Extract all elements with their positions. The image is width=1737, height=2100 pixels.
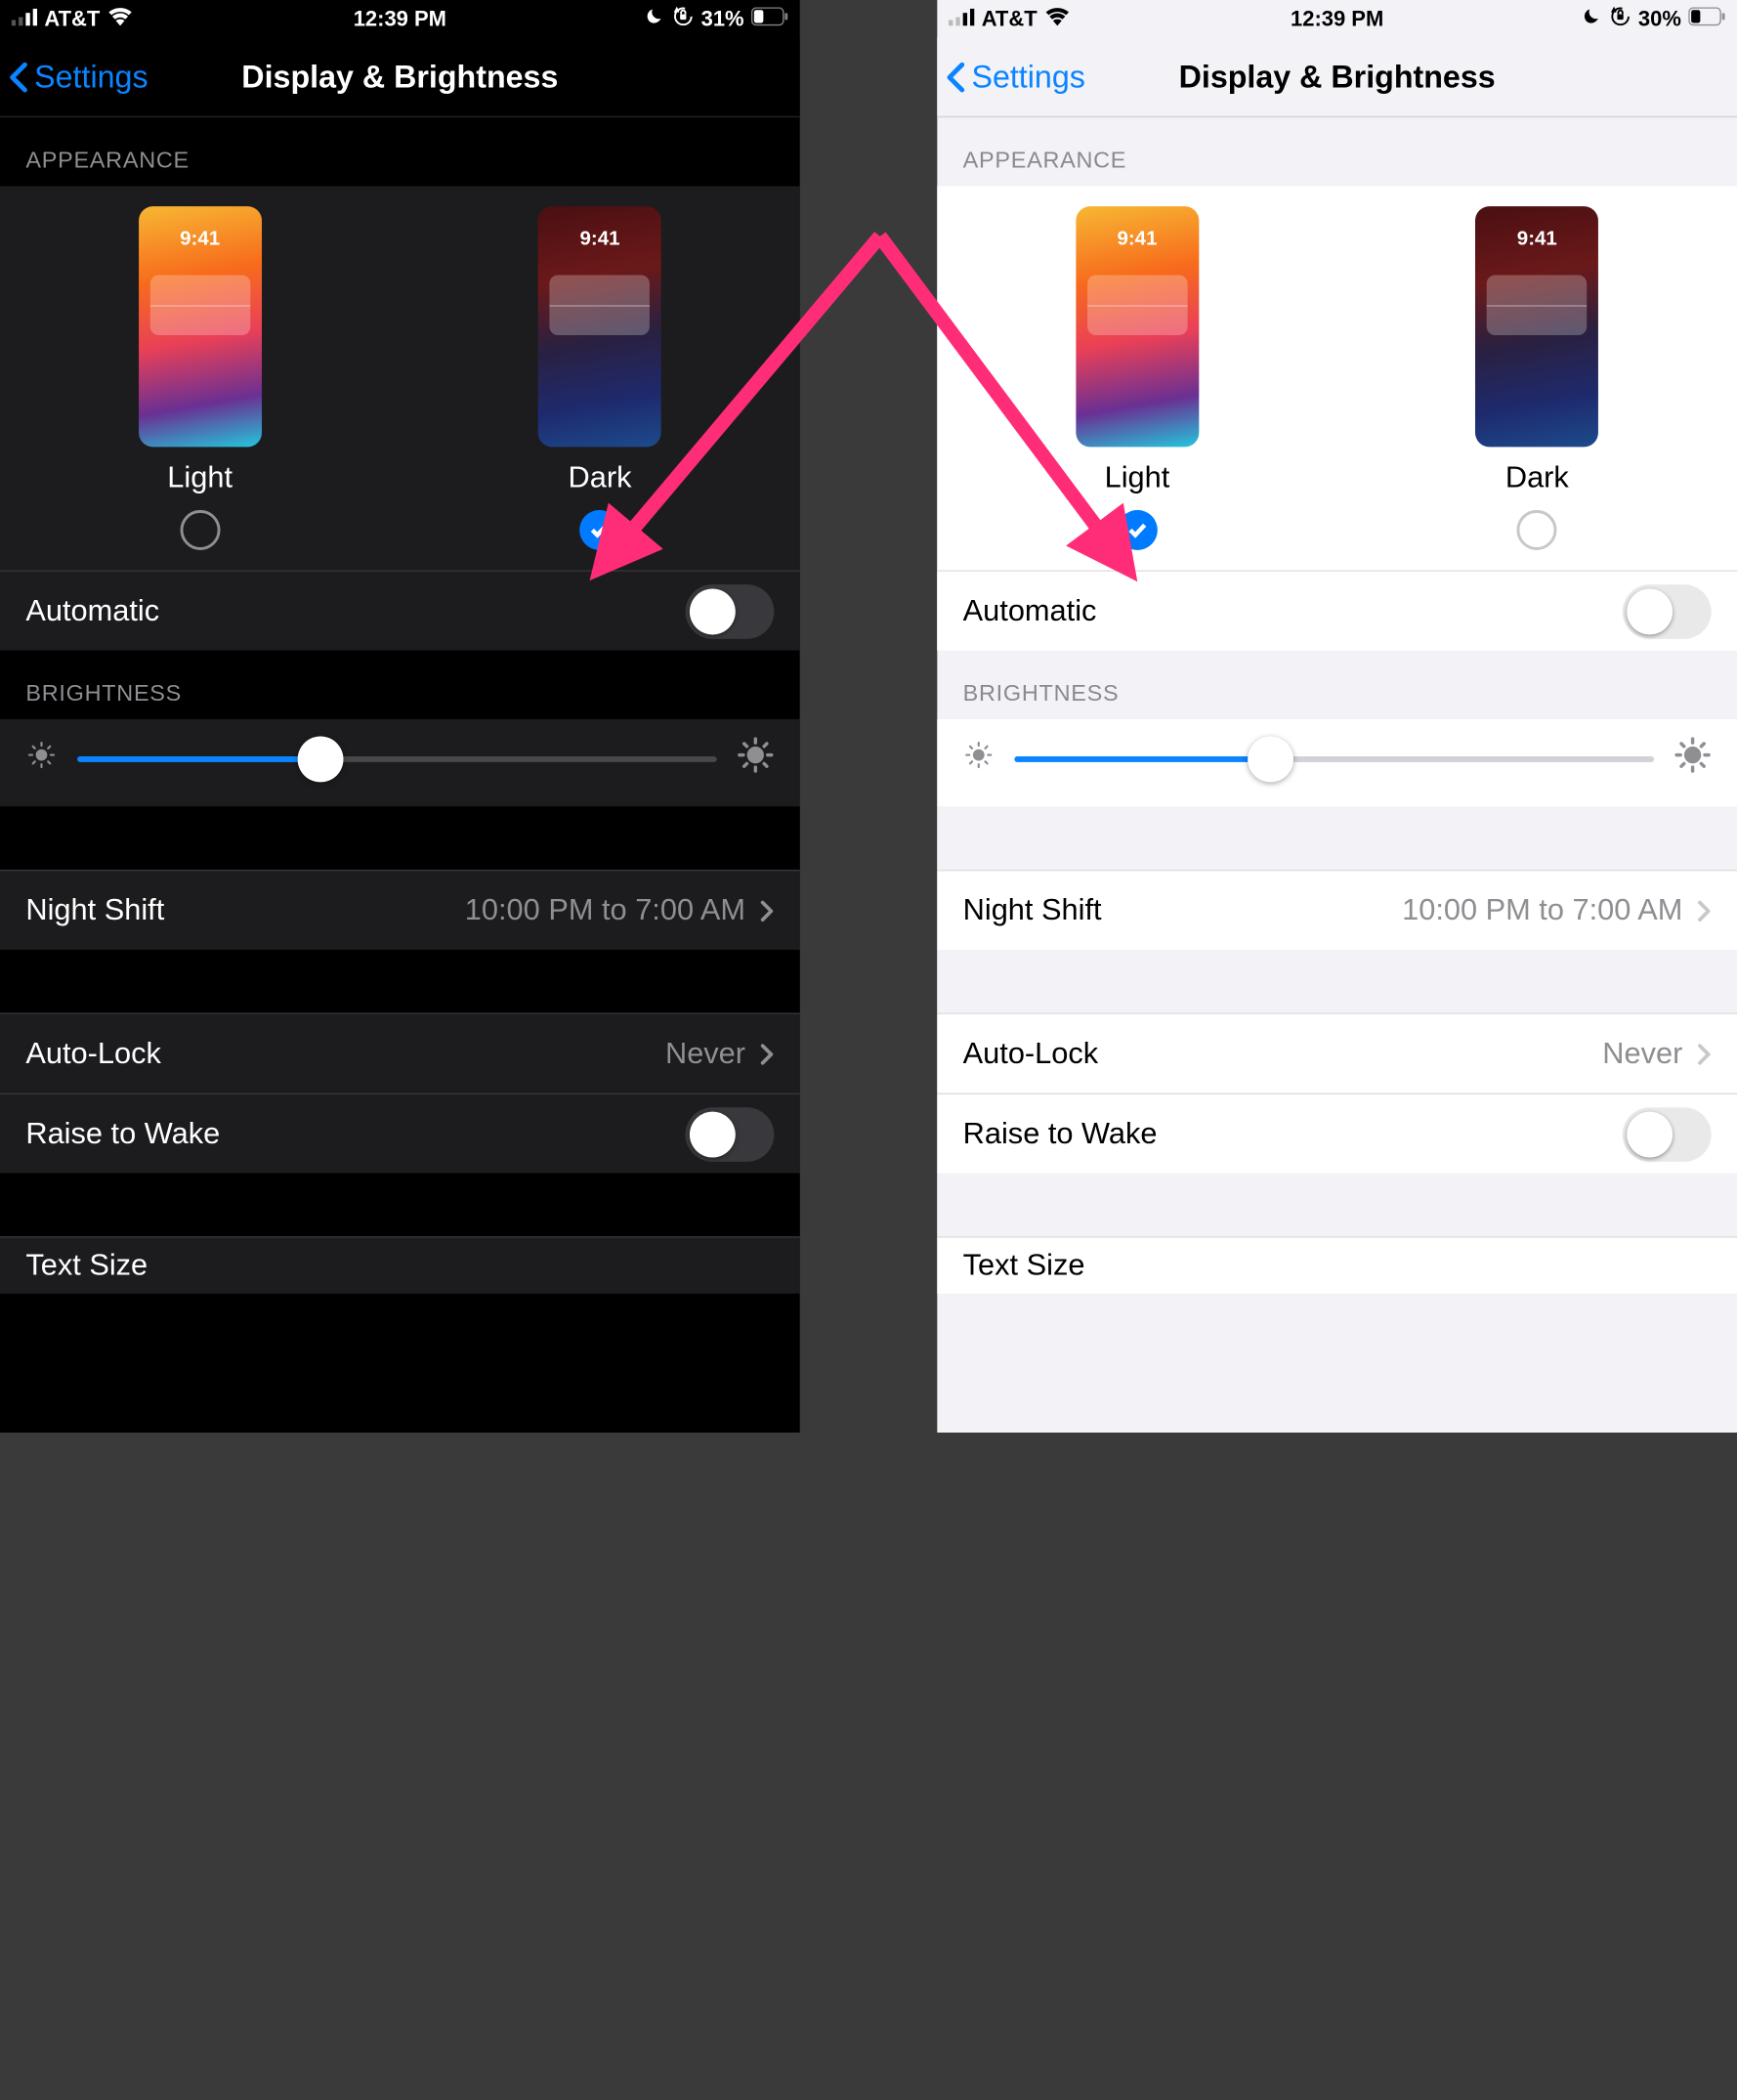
chevron-right-icon xyxy=(760,1043,775,1065)
brightness-slider-fill xyxy=(1014,755,1270,761)
status-bar: AT&T 12:39 PM 30% xyxy=(937,0,1737,37)
battery-icon xyxy=(1688,7,1725,31)
appearance-section-label: APPEARANCE xyxy=(937,117,1737,186)
appearance-option-light[interactable]: 9:41 Light xyxy=(1076,206,1199,550)
auto-lock-detail: Never xyxy=(1602,1037,1682,1071)
night-shift-row[interactable]: Night Shift 10:00 PM to 7:00 AM xyxy=(0,870,800,950)
raise-to-wake-row: Raise to Wake xyxy=(0,1093,800,1174)
signal-icon xyxy=(949,7,974,31)
sun-min-icon xyxy=(963,739,995,778)
dark-mode-screenshot: AT&T 12:39 PM 31% xyxy=(0,0,800,1433)
automatic-label: Automatic xyxy=(963,594,1097,628)
back-button[interactable]: Settings xyxy=(937,58,1085,95)
raise-to-wake-toggle[interactable] xyxy=(1623,1106,1712,1161)
back-label: Settings xyxy=(971,58,1084,95)
dark-option-label: Dark xyxy=(1505,461,1569,495)
raise-to-wake-label: Raise to Wake xyxy=(25,1117,220,1151)
back-label: Settings xyxy=(34,58,148,95)
orientation-lock-icon xyxy=(672,5,694,32)
raise-to-wake-label: Raise to Wake xyxy=(963,1117,1158,1151)
carrier-label: AT&T xyxy=(982,7,1038,31)
raise-to-wake-toggle[interactable] xyxy=(686,1106,775,1161)
dark-radio-unchecked[interactable] xyxy=(1517,510,1557,550)
battery-icon xyxy=(751,7,788,31)
brightness-section-label: BRIGHTNESS xyxy=(0,651,800,719)
battery-percent: 30% xyxy=(1638,7,1681,31)
dark-preview-thumbnail: 9:41 xyxy=(538,206,661,447)
text-size-label: Text Size xyxy=(25,1249,148,1283)
light-preview-thumbnail: 9:41 xyxy=(139,206,262,447)
light-mode-screenshot: AT&T 12:39 PM 30% xyxy=(937,0,1737,1433)
moon-icon xyxy=(645,6,665,31)
appearance-section-label: APPEARANCE xyxy=(0,117,800,186)
chevron-right-icon xyxy=(1697,899,1712,921)
orientation-lock-icon xyxy=(1610,5,1631,32)
automatic-toggle[interactable] xyxy=(686,583,775,638)
brightness-slider-row xyxy=(937,719,1737,806)
night-shift-label: Night Shift xyxy=(25,893,164,927)
moon-icon xyxy=(1583,6,1603,31)
auto-lock-detail: Never xyxy=(665,1037,745,1071)
sun-max-icon xyxy=(737,737,774,781)
chevron-left-icon xyxy=(9,61,29,92)
signal-icon xyxy=(12,7,37,31)
brightness-slider-fill xyxy=(77,755,320,761)
automatic-row: Automatic xyxy=(0,570,800,650)
text-size-label: Text Size xyxy=(963,1249,1085,1283)
dark-preview-thumbnail: 9:41 xyxy=(1475,206,1598,447)
automatic-label: Automatic xyxy=(25,594,159,628)
chevron-right-icon xyxy=(760,899,775,921)
sun-min-icon xyxy=(25,739,57,778)
brightness-slider-thumb[interactable] xyxy=(297,736,343,782)
chevron-right-icon xyxy=(1697,1043,1712,1065)
appearance-options: 9:41 Light 9:41 Dark xyxy=(937,187,1737,571)
appearance-options: 9:41 Light 9:41 Dark xyxy=(0,187,800,571)
status-bar: AT&T 12:39 PM 31% xyxy=(0,0,800,37)
brightness-section-label: BRIGHTNESS xyxy=(937,651,1737,719)
brightness-slider-row xyxy=(0,719,800,806)
raise-to-wake-row: Raise to Wake xyxy=(937,1093,1737,1174)
appearance-option-light[interactable]: 9:41 Light xyxy=(139,206,262,550)
checkmark-icon xyxy=(588,519,611,541)
light-radio-checked[interactable] xyxy=(1117,510,1157,550)
sun-max-icon xyxy=(1674,737,1712,781)
wifi-icon xyxy=(1044,7,1070,31)
nav-header: Settings Display & Brightness xyxy=(0,37,800,117)
text-size-row[interactable]: Text Size xyxy=(937,1236,1737,1294)
battery-percent: 31% xyxy=(701,7,744,31)
light-option-label: Light xyxy=(1105,461,1170,495)
nav-header: Settings Display & Brightness xyxy=(937,37,1737,117)
checkmark-icon xyxy=(1125,519,1148,541)
light-radio-unchecked[interactable] xyxy=(180,510,220,550)
brightness-slider[interactable] xyxy=(77,755,717,761)
automatic-row: Automatic xyxy=(937,570,1737,650)
chevron-left-icon xyxy=(946,61,966,92)
auto-lock-row[interactable]: Auto-Lock Never xyxy=(937,1012,1737,1093)
night-shift-detail: 10:00 PM to 7:00 AM xyxy=(465,893,745,927)
dark-option-label: Dark xyxy=(569,461,632,495)
dark-radio-checked[interactable] xyxy=(580,510,620,550)
brightness-slider[interactable] xyxy=(1014,755,1654,761)
auto-lock-label: Auto-Lock xyxy=(963,1037,1098,1071)
night-shift-row[interactable]: Night Shift 10:00 PM to 7:00 AM xyxy=(937,870,1737,950)
text-size-row[interactable]: Text Size xyxy=(0,1236,800,1294)
night-shift-detail: 10:00 PM to 7:00 AM xyxy=(1402,893,1682,927)
back-button[interactable]: Settings xyxy=(0,58,148,95)
carrier-label: AT&T xyxy=(44,7,100,31)
light-preview-thumbnail: 9:41 xyxy=(1076,206,1199,447)
appearance-option-dark[interactable]: 9:41 Dark xyxy=(538,206,661,550)
brightness-slider-thumb[interactable] xyxy=(1248,736,1293,782)
automatic-toggle[interactable] xyxy=(1623,583,1712,638)
night-shift-label: Night Shift xyxy=(963,893,1102,927)
auto-lock-row[interactable]: Auto-Lock Never xyxy=(0,1012,800,1093)
auto-lock-label: Auto-Lock xyxy=(25,1037,160,1071)
wifi-icon xyxy=(107,7,133,31)
light-option-label: Light xyxy=(167,461,233,495)
appearance-option-dark[interactable]: 9:41 Dark xyxy=(1475,206,1598,550)
